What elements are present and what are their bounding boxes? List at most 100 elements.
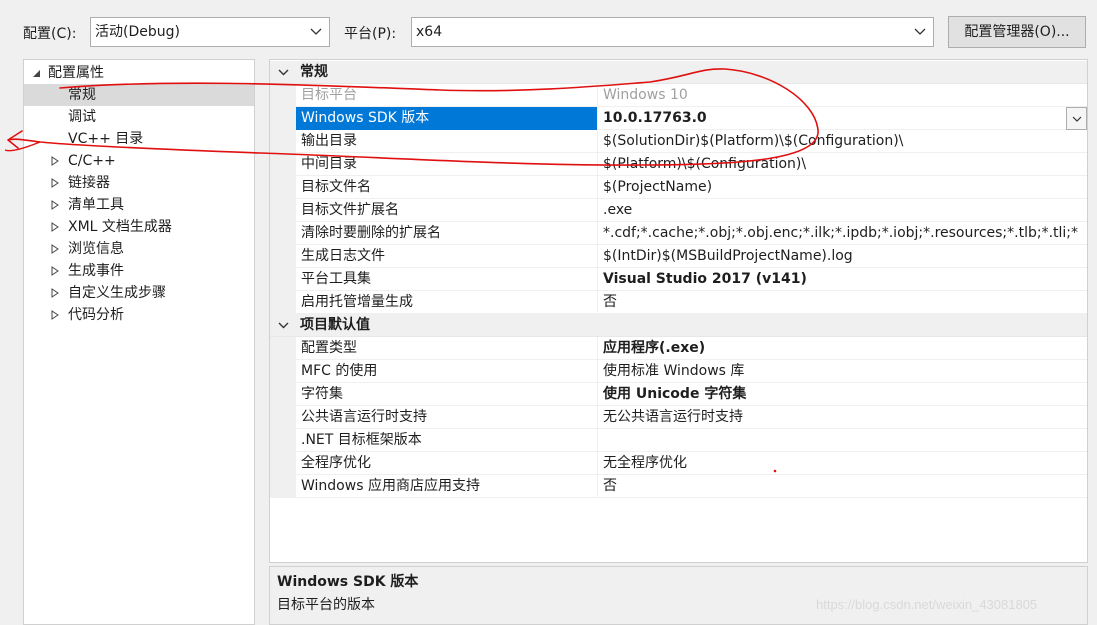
property-value[interactable]: 无全程序优化 <box>599 452 1087 475</box>
property-name: 输出目录 <box>296 130 598 153</box>
triangle-collapsed-icon[interactable] <box>49 260 61 282</box>
property-value[interactable]: 否 <box>599 475 1087 498</box>
property-name: 公共语言运行时支持 <box>296 406 598 429</box>
tree-item-label: 生成事件 <box>68 263 124 279</box>
property-value[interactable]: $(IntDir)$(MSBuildProjectName).log <box>599 245 1087 268</box>
property-name: 全程序优化 <box>296 452 598 475</box>
tree-item[interactable]: 生成事件 <box>24 260 254 282</box>
triangle-collapsed-icon[interactable] <box>49 238 61 260</box>
triangle-collapsed-icon[interactable] <box>49 216 61 238</box>
property-row[interactable]: 中间目录 $(Platform)\$(Configuration)\ <box>270 153 1087 176</box>
property-row[interactable]: MFC 的使用 使用标准 Windows 库 <box>270 360 1087 383</box>
tree-item-label: VC++ 目录 <box>68 131 144 147</box>
property-row[interactable]: 全程序优化 无全程序优化 <box>270 452 1087 475</box>
platform-dropdown[interactable]: x64 <box>411 17 934 47</box>
property-row[interactable]: 清除时要删除的扩展名 *.cdf;*.cache;*.obj;*.obj.enc;… <box>270 222 1087 245</box>
watermark: https://blog.csdn.net/weixin_43081805 <box>816 597 1038 612</box>
row-gutter <box>270 452 296 475</box>
property-value[interactable]: 10.0.17763.0 <box>599 107 1087 130</box>
row-gutter <box>270 153 296 176</box>
triangle-collapsed-icon[interactable] <box>49 194 61 216</box>
tree-item-label: 代码分析 <box>68 307 124 323</box>
tree-item[interactable]: 自定义生成步骤 <box>24 282 254 304</box>
property-name: 中间目录 <box>296 153 598 176</box>
property-pages-window: 配置(C): 活动(Debug) 平台(P): x64 配置管理器(O)... … <box>0 0 1097 625</box>
tree-item[interactable]: 清单工具 <box>24 194 254 216</box>
property-name: 目标文件名 <box>296 176 598 199</box>
property-row[interactable]: 生成日志文件 $(IntDir)$(MSBuildProjectName).log <box>270 245 1087 268</box>
platform-label: 平台(P): <box>344 26 397 42</box>
section-header[interactable]: 项目默认值 <box>270 314 1087 337</box>
property-row[interactable]: 平台工具集 Visual Studio 2017 (v141) <box>270 268 1087 291</box>
tree-item-label: 浏览信息 <box>68 241 124 257</box>
chevron-down-icon[interactable] <box>276 314 290 337</box>
chevron-down-icon[interactable] <box>276 61 290 84</box>
property-value[interactable]: $(ProjectName) <box>599 176 1087 199</box>
row-gutter <box>270 291 296 314</box>
property-row[interactable]: 目标文件名 $(ProjectName) <box>270 176 1087 199</box>
tree-item[interactable]: 调试 <box>24 106 254 128</box>
property-value[interactable]: *.cdf;*.cache;*.obj;*.obj.enc;*.ilk;*.ip… <box>599 222 1087 245</box>
section-header[interactable]: 常规 <box>270 61 1087 84</box>
property-tree: 配置属性常规调试 VC++ 目录 C/C++ 链接器清单工具 XML 文档生成器 浏览信息… <box>23 59 255 625</box>
property-value[interactable]: Visual Studio 2017 (v141) <box>599 268 1087 291</box>
property-value[interactable]: 无公共语言运行时支持 <box>599 406 1087 429</box>
property-row[interactable]: 公共语言运行时支持 无公共语言运行时支持 <box>270 406 1087 429</box>
property-row[interactable]: 配置类型 应用程序(.exe) <box>270 337 1087 360</box>
property-value[interactable]: 使用标准 Windows 库 <box>599 360 1087 383</box>
property-row[interactable]: 目标平台 Windows 10 <box>270 84 1087 107</box>
property-value[interactable]: 否 <box>599 291 1087 314</box>
property-name: Windows 应用商店应用支持 <box>296 475 598 498</box>
row-gutter <box>270 429 296 452</box>
tree-item[interactable]: 代码分析 <box>24 304 254 326</box>
description-pane: Windows SDK 版本 目标平台的版本 <box>269 566 1088 625</box>
tree-item[interactable]: 配置属性 <box>24 62 254 84</box>
chevron-down-icon[interactable] <box>1066 107 1087 130</box>
property-name: 配置类型 <box>296 337 598 360</box>
tree-item-label: 链接器 <box>68 175 110 191</box>
property-name: 目标平台 <box>296 84 598 107</box>
tree-item[interactable]: VC++ 目录 <box>24 128 254 150</box>
property-value[interactable]: 使用 Unicode 字符集 <box>599 383 1087 406</box>
property-grid: 常规目标平台 Windows 10 Windows SDK 版本 10.0.17763… <box>269 59 1088 563</box>
property-row[interactable]: Windows 应用商店应用支持否 <box>270 475 1087 498</box>
row-gutter <box>270 475 296 498</box>
property-row[interactable]: 字符集 使用 Unicode 字符集 <box>270 383 1087 406</box>
tree-item-label: 清单工具 <box>68 197 124 213</box>
triangle-collapsed-icon[interactable] <box>49 282 61 304</box>
config-label: 配置(C): <box>23 26 77 42</box>
property-value[interactable]: 应用程序(.exe) <box>599 337 1087 360</box>
property-value[interactable]: .exe <box>599 199 1087 222</box>
tree-item[interactable]: 浏览信息 <box>24 238 254 260</box>
tree-item-label: 自定义生成步骤 <box>68 285 166 301</box>
property-name: Windows SDK 版本 <box>296 107 598 130</box>
tree-item-label: 常规 <box>68 87 96 103</box>
property-value[interactable]: $(Platform)\$(Configuration)\ <box>599 153 1087 176</box>
tree-item-label: 调试 <box>68 109 96 125</box>
triangle-collapsed-icon[interactable] <box>49 172 61 194</box>
property-row[interactable]: .NET 目标框架版本 <box>270 429 1087 452</box>
property-value[interactable]: Windows 10 <box>599 84 1087 107</box>
config-dropdown[interactable]: 活动(Debug) <box>90 17 330 47</box>
config-manager-button[interactable]: 配置管理器(O)... <box>948 16 1086 48</box>
property-row[interactable]: 输出目录 $(SolutionDir)$(Platform)\$(Configur… <box>270 130 1087 153</box>
property-name: 平台工具集 <box>296 268 598 291</box>
row-gutter <box>270 245 296 268</box>
tree-item[interactable]: C/C++ <box>24 150 254 172</box>
triangle-expanded-icon[interactable] <box>30 62 42 84</box>
property-row[interactable]: 启用托管增量生成否 <box>270 291 1087 314</box>
property-value[interactable]: $(SolutionDir)$(Platform)\$(Configuratio… <box>599 130 1087 153</box>
property-row[interactable]: Windows SDK 版本 10.0.17763.0 <box>270 107 1087 130</box>
section-title: 常规 <box>300 64 328 80</box>
tree-item[interactable]: XML 文档生成器 <box>24 216 254 238</box>
triangle-collapsed-icon[interactable] <box>49 150 61 172</box>
triangle-collapsed-icon[interactable] <box>49 304 61 326</box>
tree-item[interactable]: 链接器 <box>24 172 254 194</box>
property-row[interactable]: 目标文件扩展名 .exe <box>270 199 1087 222</box>
property-value[interactable] <box>599 429 1087 452</box>
tree-item[interactable]: 常规 <box>24 84 254 106</box>
row-gutter <box>270 222 296 245</box>
row-gutter <box>270 176 296 199</box>
tree-item-label: XML 文档生成器 <box>68 219 172 235</box>
property-name: 字符集 <box>296 383 598 406</box>
